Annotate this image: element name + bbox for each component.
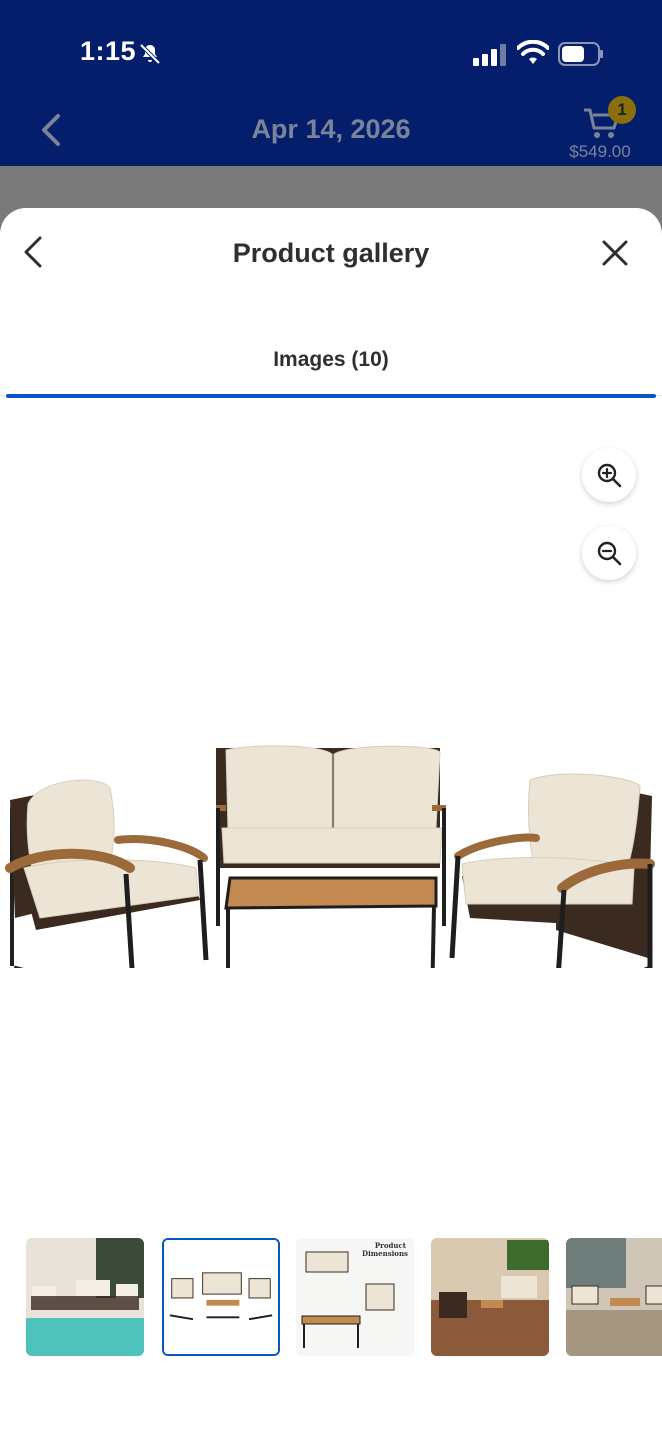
- thumbnail-image: [164, 1240, 278, 1354]
- thumbnail-3[interactable]: Product Dimensions: [296, 1238, 414, 1356]
- thumbnail-4[interactable]: [431, 1238, 549, 1356]
- right-armchair-graphic: [449, 773, 655, 968]
- status-bar: 1:15: [0, 0, 662, 100]
- thumbnail-overlay-text-2: Dimensions: [362, 1249, 408, 1258]
- status-time: 1:15: [80, 36, 137, 66]
- zoom-in-icon: [597, 463, 622, 488]
- battery-icon: [558, 42, 603, 66]
- thumbnail-image: [566, 1238, 662, 1356]
- sheet-header: Product gallery: [0, 208, 662, 304]
- zoom-out-icon: [597, 541, 622, 566]
- thumbnail-1[interactable]: [26, 1238, 144, 1356]
- cart-total: $549.00: [569, 142, 631, 161]
- cart-count-badge: 1: [608, 96, 636, 124]
- nav-date: Apr 14, 2026: [251, 114, 411, 144]
- product-image: [5, 745, 655, 968]
- zoom-out-button[interactable]: [582, 526, 636, 580]
- tab-images-label: Images (10): [273, 348, 389, 371]
- zoom-in-button[interactable]: [582, 448, 636, 502]
- tab-images[interactable]: Images (10): [6, 338, 656, 398]
- thumbnail-2[interactable]: [162, 1238, 280, 1356]
- thumbnail-strip: Product Dimensions: [26, 1238, 662, 1358]
- screen: 1:15 Apr 14, 2026 1 $549.00 Product gall…: [0, 0, 662, 1440]
- gallery-tabs: Images (10): [0, 338, 662, 398]
- wifi-icon: [517, 40, 549, 64]
- thumbnail-image: [431, 1238, 549, 1356]
- left-armchair-graphic: [5, 779, 209, 968]
- signal-icon: [473, 44, 506, 66]
- coffee-table-graphic: [224, 876, 438, 968]
- thumbnail-image: Product Dimensions: [296, 1238, 414, 1356]
- thumbnail-5[interactable]: [566, 1238, 662, 1356]
- thumbnail-image: [26, 1238, 144, 1356]
- bell-off-icon: [139, 43, 161, 65]
- app-bar: 1:15 Apr 14, 2026 1 $549.00: [0, 0, 662, 166]
- product-gallery-sheet: Product gallery Images (10) Product Dime…: [0, 208, 662, 1440]
- image-viewer[interactable]: [0, 398, 662, 1208]
- sheet-title: Product gallery: [232, 238, 430, 268]
- close-icon[interactable]: [600, 238, 630, 268]
- top-nav: Apr 14, 2026 1 $549.00: [0, 96, 662, 166]
